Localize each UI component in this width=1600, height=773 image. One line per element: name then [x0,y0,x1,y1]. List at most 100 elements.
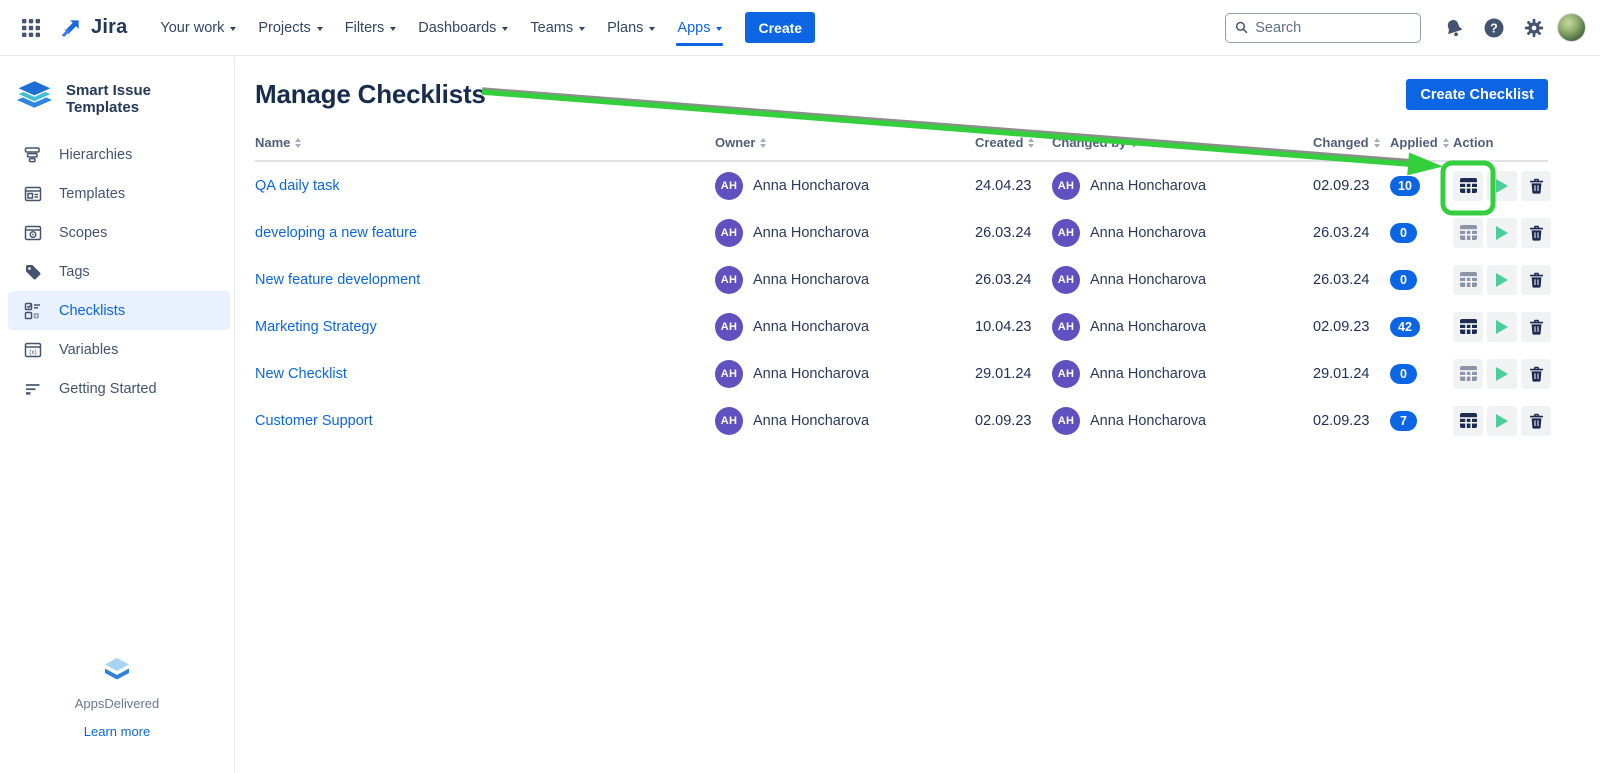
column-header-created[interactable]: Created [975,135,1052,150]
created-date: 10.04.23 [975,319,1052,335]
checklist-name-link[interactable]: QA daily task [255,178,340,194]
checklist-name-link[interactable]: Customer Support [255,413,373,429]
changed-by-name: Anna Honcharova [1090,178,1206,194]
table-row: Customer Support AHAnna Honcharova 02.09… [255,397,1548,444]
changed-by-name: Anna Honcharova [1090,366,1206,382]
delete-checklist-button[interactable] [1521,312,1551,342]
topbar-right-controls: ? [1225,11,1586,45]
applied-count-badge: 10 [1390,176,1420,196]
sidebar-item-variables[interactable]: (x) Variables [0,330,234,369]
sidebar-item-label: Scopes [59,225,107,241]
sidebar-item-templates[interactable]: Templates [0,174,234,213]
owner-name: Anna Honcharova [753,225,869,241]
column-header-applied[interactable]: Applied [1390,135,1453,150]
sidebar-item-hierarchies[interactable]: Hierarchies [0,135,234,174]
sort-icon[interactable] [760,138,766,148]
column-header-changed[interactable]: Changed [1313,135,1390,150]
settings-gear-icon[interactable] [1517,11,1551,45]
sidebar-item-checklists[interactable]: Checklists [8,291,230,330]
checklist-name-link[interactable]: developing a new feature [255,225,417,241]
column-header-changed-by[interactable]: Changed by [1052,135,1313,150]
avatar: AH [1052,360,1080,388]
column-header-owner[interactable]: Owner [715,135,975,150]
sort-icon[interactable] [295,138,301,148]
applied-count-badge: 0 [1390,364,1417,384]
checklist-name-link[interactable]: Marketing Strategy [255,319,377,335]
run-checklist-button[interactable] [1487,265,1517,295]
delete-checklist-button[interactable] [1521,359,1551,389]
view-applied-issues-button[interactable] [1453,312,1483,342]
delete-checklist-button[interactable] [1521,406,1551,436]
nav-projects[interactable]: Projects [247,0,333,56]
view-applied-issues-button[interactable] [1453,218,1483,248]
changed-date: 29.01.24 [1313,366,1390,382]
nav-your-work[interactable]: Your work [149,0,247,56]
chevron-down-icon [502,27,508,31]
sort-icon[interactable] [1374,138,1380,148]
applied-count-badge: 7 [1390,411,1417,431]
svg-text:?: ? [1490,21,1498,35]
top-navigation-bar: Jira Your work Projects Filters Dashboar… [0,0,1600,56]
sidebar-item-label: Variables [59,342,118,358]
app-switcher-icon[interactable] [14,11,48,45]
checklist-name-link[interactable]: New feature development [255,272,420,288]
sidebar-item-label: Templates [59,186,125,202]
run-checklist-button[interactable] [1487,171,1517,201]
run-checklist-button[interactable] [1487,359,1517,389]
delete-checklist-button[interactable] [1521,265,1551,295]
column-header-name[interactable]: Name [255,135,715,150]
chevron-down-icon [579,27,585,31]
checklists-icon [22,300,44,322]
appsdelivered-brand: AppsDelivered [0,696,234,711]
create-button[interactable]: Create [745,12,815,43]
avatar: AH [715,360,743,388]
view-applied-issues-button[interactable] [1453,406,1483,436]
scopes-icon [22,222,44,244]
avatar: AH [715,172,743,200]
view-applied-issues-button[interactable] [1453,171,1483,201]
getting-started-icon [22,378,44,400]
checklist-name-link[interactable]: New Checklist [255,366,347,382]
view-applied-issues-button[interactable] [1453,359,1483,389]
sort-icon[interactable] [1028,138,1034,148]
applied-count-badge: 0 [1390,270,1417,290]
primary-nav: Your work Projects Filters Dashboards Te… [149,0,733,56]
nav-dashboards[interactable]: Dashboards [407,0,519,56]
sidebar-item-getting-started[interactable]: Getting Started [0,369,234,408]
sidebar-item-scopes[interactable]: Scopes [0,213,234,252]
search-input[interactable] [1255,20,1411,36]
table-row: developing a new feature AH Anna Honcharo… [255,209,1548,256]
delete-checklist-button[interactable] [1521,171,1551,201]
view-applied-issues-button[interactable] [1453,265,1483,295]
run-checklist-button[interactable] [1487,218,1517,248]
svg-text:(x): (x) [29,349,36,356]
tags-icon [22,261,44,283]
notifications-bell-icon[interactable] [1437,11,1471,45]
owner-name: Anna Honcharova [753,319,869,335]
avatar: AH [715,219,743,247]
templates-icon [22,183,44,205]
create-checklist-button[interactable]: Create Checklist [1406,79,1548,110]
nav-filters[interactable]: Filters [334,0,407,56]
jira-logo[interactable]: Jira [58,15,127,41]
sort-icon[interactable] [1131,138,1137,148]
delete-checklist-button[interactable] [1521,218,1551,248]
user-avatar[interactable] [1557,13,1586,42]
nav-teams[interactable]: Teams [519,0,596,56]
sidebar-item-tags[interactable]: Tags [0,252,234,291]
help-icon[interactable]: ? [1477,11,1511,45]
table-header-row: Name Owner Created Changed by Changed Ap… [255,135,1548,162]
run-checklist-button[interactable] [1487,312,1517,342]
changed-by-name: Anna Honcharova [1090,225,1206,241]
run-checklist-button[interactable] [1487,406,1517,436]
changed-date: 02.09.23 [1313,413,1390,429]
nav-apps[interactable]: Apps [666,0,733,56]
applied-count-badge: 42 [1390,317,1420,337]
sort-icon[interactable] [1443,138,1449,148]
nav-plans[interactable]: Plans [596,0,666,56]
learn-more-link[interactable]: Learn more [84,724,150,739]
avatar: AH [1052,219,1080,247]
search-icon [1235,20,1248,35]
changed-date: 26.03.24 [1313,225,1390,241]
search-box[interactable] [1225,13,1421,43]
